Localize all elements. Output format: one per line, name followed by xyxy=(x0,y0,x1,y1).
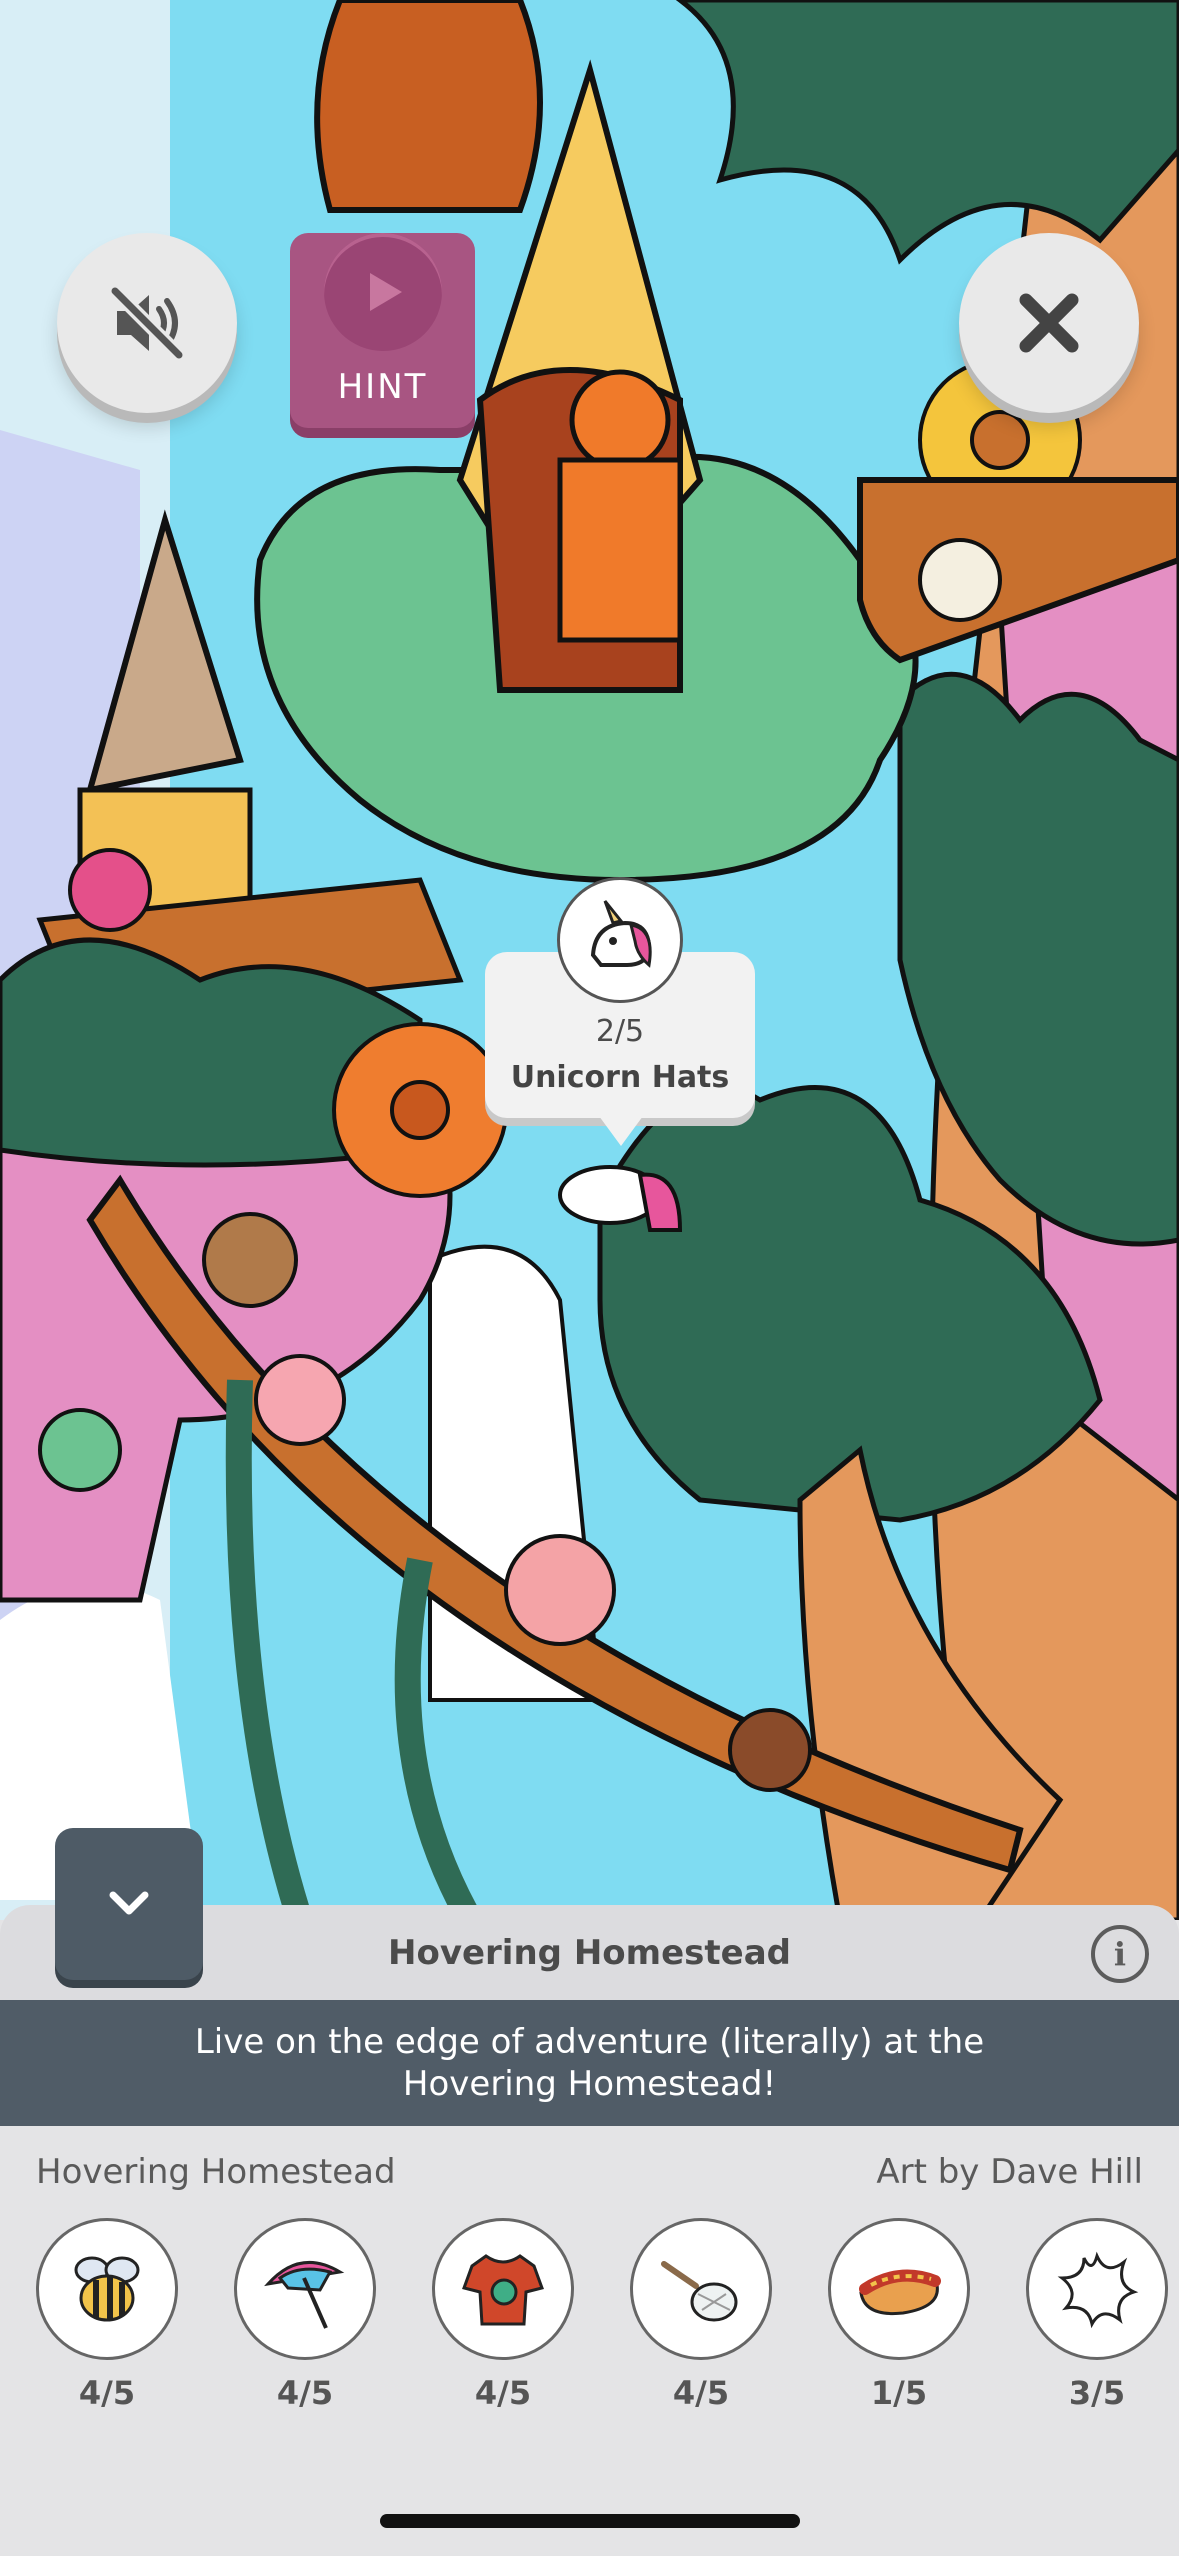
item-score: 4/5 xyxy=(474,2374,532,2412)
close-icon xyxy=(1019,293,1079,353)
unicorn-icon xyxy=(557,877,683,1003)
hint-button[interactable]: HINT xyxy=(290,233,475,428)
item-list: 4/5 4/5 4/5 4/5 1/5 3/5 xyxy=(36,2218,1179,2418)
item-score: 3/5 xyxy=(1068,2374,1126,2412)
splat-icon xyxy=(1026,2218,1168,2360)
close-button[interactable] xyxy=(959,233,1139,413)
item-progress: 2/5 xyxy=(595,1014,645,1049)
chevron-down-icon xyxy=(109,1891,149,1915)
level-info-row: Hovering Homestead Art by Dave Hill xyxy=(36,2152,1143,2202)
item-shirt[interactable]: 4/5 xyxy=(432,2218,574,2412)
level-name: Hovering Homestead xyxy=(36,2152,396,2192)
info-icon: i xyxy=(1113,1935,1127,1973)
item-score: 4/5 xyxy=(672,2374,730,2412)
collapse-panel-button[interactable] xyxy=(55,1828,203,1980)
found-item-callout: 2/5 Unicorn Hats xyxy=(485,877,755,1146)
callout-tail xyxy=(599,1116,643,1146)
item-name: Unicorn Hats xyxy=(510,1060,730,1095)
mute-button[interactable] xyxy=(57,233,237,413)
home-indicator xyxy=(380,2514,800,2528)
level-description: Live on the edge of adventure (literally… xyxy=(0,2000,1179,2126)
item-net[interactable]: 4/5 xyxy=(630,2218,772,2412)
item-hotdog[interactable]: 1/5 xyxy=(828,2218,970,2412)
hint-label: HINT xyxy=(337,367,428,407)
item-bee[interactable]: 4/5 xyxy=(36,2218,178,2412)
shirt-icon xyxy=(432,2218,574,2360)
item-umbrella[interactable]: 4/5 xyxy=(234,2218,376,2412)
item-score: 4/5 xyxy=(78,2374,136,2412)
info-button[interactable]: i xyxy=(1091,1925,1149,1983)
description-text: Live on the edge of adventure (literally… xyxy=(194,2022,985,2104)
play-icon xyxy=(323,233,442,351)
panel-title: Hovering Homestead xyxy=(388,1932,791,1973)
item-score: 1/5 xyxy=(870,2374,928,2412)
item-score: 4/5 xyxy=(276,2374,334,2412)
hotdog-icon xyxy=(828,2218,970,2360)
bee-icon xyxy=(36,2218,178,2360)
net-icon xyxy=(630,2218,772,2360)
item-splat[interactable]: 3/5 xyxy=(1026,2218,1168,2412)
speaker-muted-icon xyxy=(110,286,184,360)
artist-credit: Art by Dave Hill xyxy=(876,2152,1143,2192)
umbrella-icon xyxy=(234,2218,376,2360)
